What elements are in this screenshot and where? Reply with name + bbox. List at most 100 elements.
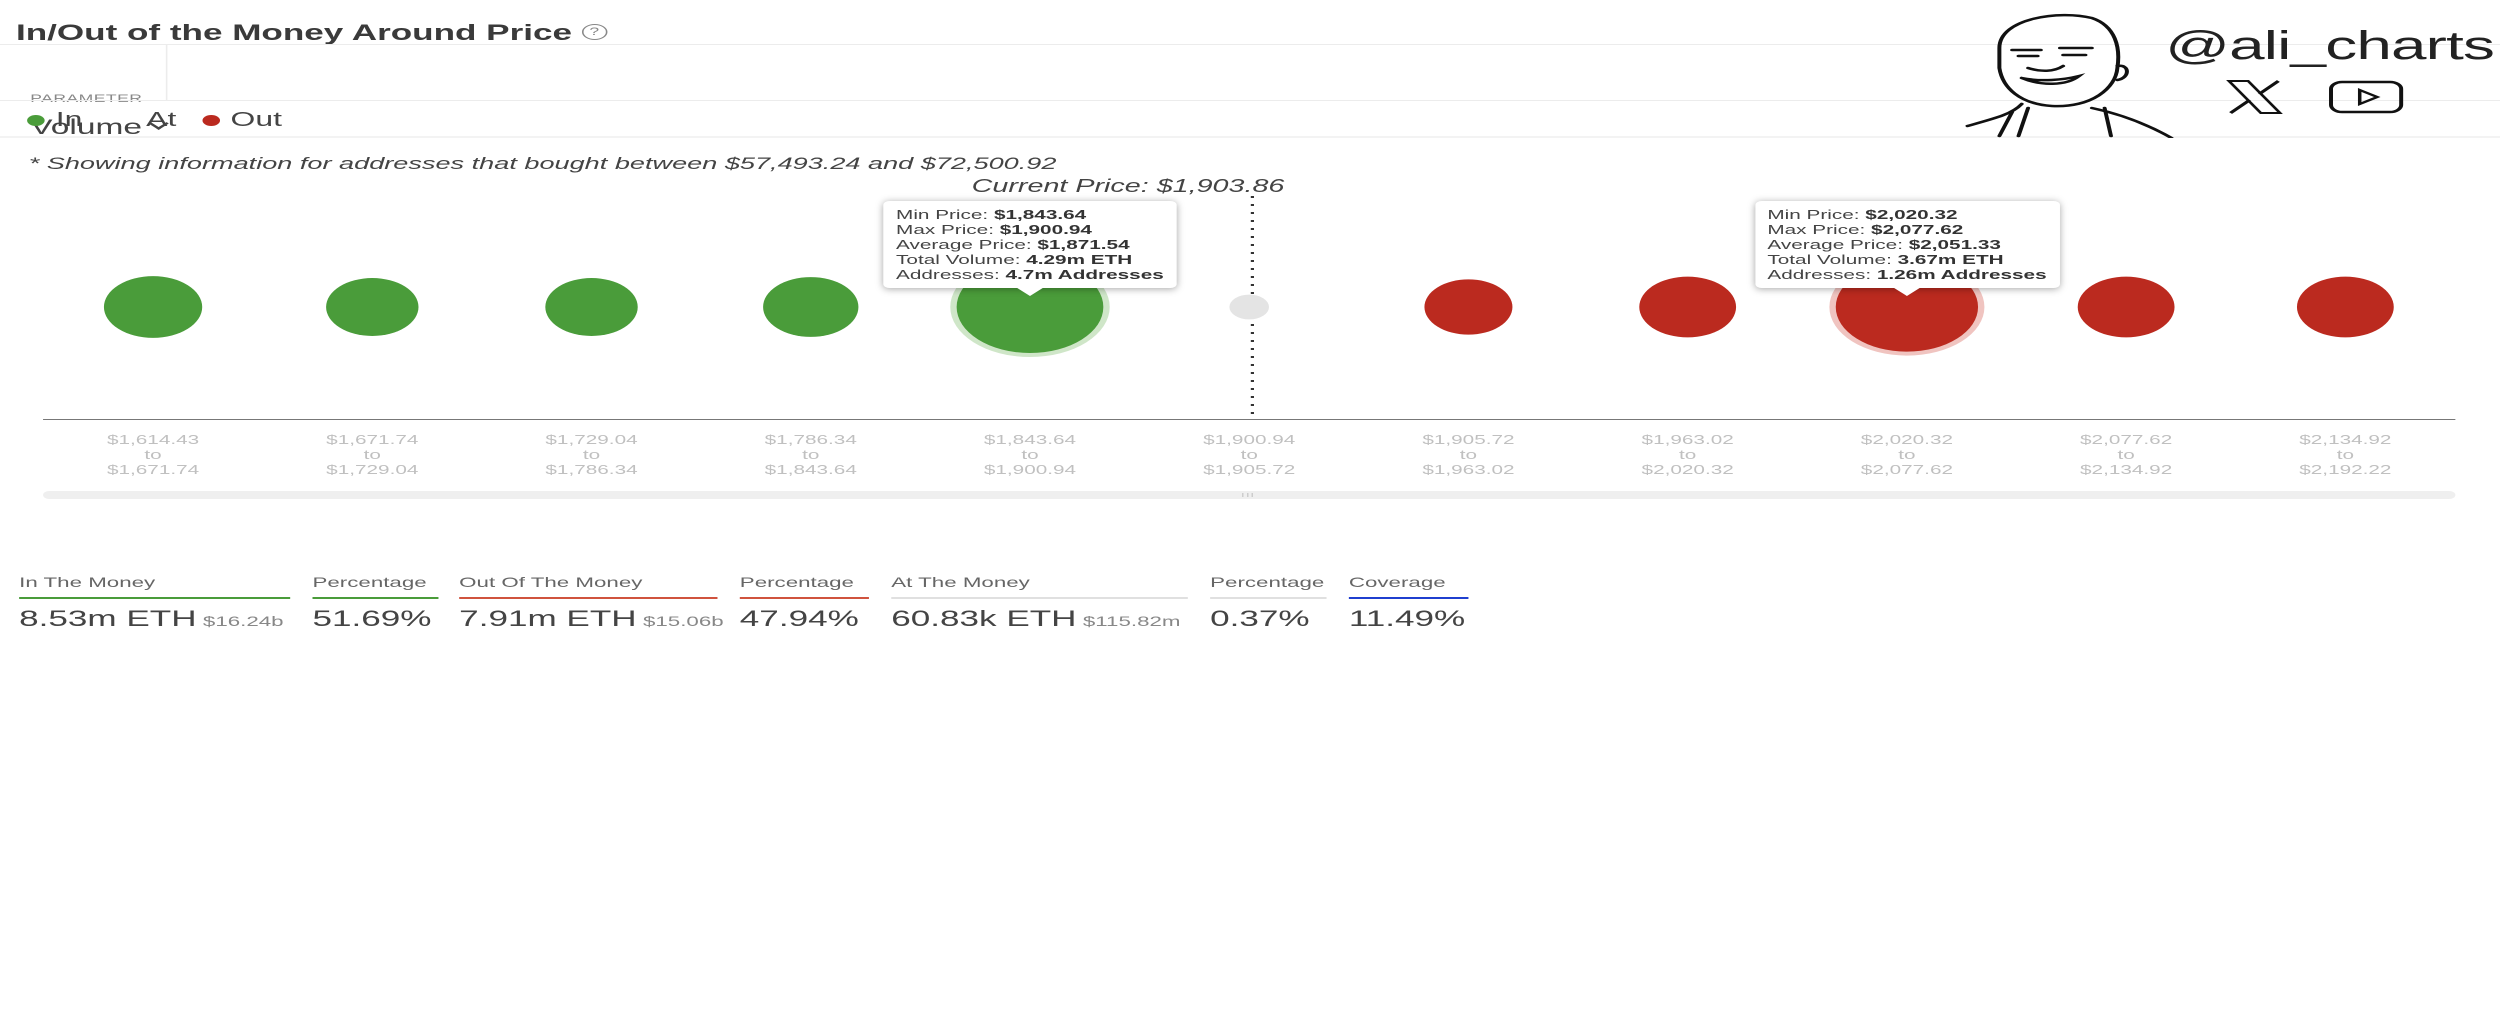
scrollbar-grip-icon[interactable] <box>1242 493 1255 497</box>
summary-underline <box>312 597 439 599</box>
range-word: to <box>2336 447 2355 462</box>
range-to: $1,905.72 <box>1203 462 1296 477</box>
bubble-out[interactable] <box>1424 279 1513 335</box>
range-word: to <box>582 447 601 462</box>
range-word: to <box>2117 447 2135 462</box>
brand-handle: @ali_charts <box>2165 24 2495 68</box>
summary-main-value: 7.91m ETH <box>459 606 637 631</box>
summary-label: Percentage <box>1210 574 1325 590</box>
summary-main-value: 0.37% <box>1210 606 1310 631</box>
summary-underline <box>459 597 718 599</box>
summary-underline <box>1210 597 1327 599</box>
x-logo-icon[interactable] <box>2226 79 2283 115</box>
summary-value: 0.37% <box>1210 606 1309 632</box>
x-tick-label: $2,077.62 to $2,134.92 <box>2030 432 2221 477</box>
summary-value: 51.69% <box>313 606 432 632</box>
range-from: $1,900.94 <box>1203 432 1296 447</box>
bubble-out[interactable] <box>1639 276 1737 338</box>
bubble-in[interactable] <box>763 277 859 337</box>
tooltip-value: $1,900.94 <box>999 222 1092 237</box>
chart-scrollbar[interactable] <box>43 491 2456 499</box>
range-to: $1,963.02 <box>1422 462 1515 477</box>
x-tick-label: $1,614.43 to $1,671.74 <box>57 432 248 477</box>
tooltip-key: Addresses: <box>1767 267 1877 282</box>
summary-label: Out Of The Money <box>459 574 643 590</box>
summary-value: 47.94% <box>740 606 859 632</box>
bubble-in[interactable] <box>545 278 638 336</box>
bubble-out[interactable] <box>2077 276 2175 338</box>
summary-value: 60.83k ETH $115.82m <box>891 606 1180 632</box>
x-tick-label: $1,843.64 to $1,900.94 <box>934 432 1125 477</box>
x-tick-label: $1,963.02 to $2,020.32 <box>1592 432 1783 477</box>
range-from: $1,729.04 <box>545 432 638 447</box>
range-to: $1,843.64 <box>764 462 857 477</box>
x-tick-label: $1,729.04 to $1,786.34 <box>496 432 687 477</box>
tooltip-value: $1,871.54 <box>1037 237 1130 252</box>
tooltip-key: Min Price: <box>896 207 994 222</box>
x-tick-label: $1,786.34 to $1,843.64 <box>715 432 906 477</box>
summary-label: At The Money <box>891 574 1030 590</box>
range-word: to <box>802 447 820 462</box>
summary-label: In The Money <box>19 574 156 590</box>
tooltip-row: Min Price: $2,020.32 <box>1767 207 2046 222</box>
tooltip-key: Average Price: <box>896 237 1038 252</box>
x-tick-label: $1,900.94 to $1,905.72 <box>1154 432 1345 477</box>
x-axis-line <box>43 419 2456 420</box>
range-to: $1,729.04 <box>326 462 419 477</box>
range-to: $2,192.22 <box>2299 462 2392 477</box>
range-from: $1,963.02 <box>1641 432 1734 447</box>
tooltip-value: $2,077.62 <box>1871 222 1964 237</box>
tooltip-value: 4.7m Addresses <box>1005 267 1164 282</box>
range-word: to <box>1240 447 1258 462</box>
summary-main-value: 60.83k ETH <box>891 606 1077 631</box>
summary-underline <box>19 597 291 599</box>
summary-main-value: 11.49% <box>1348 606 1466 631</box>
tooltip-row: Min Price: $1,843.64 <box>896 207 1164 222</box>
summary-value: 8.53m ETH $16.24b <box>19 606 283 632</box>
range-from: $1,905.72 <box>1422 432 1515 447</box>
tooltip-row: Average Price: $2,051.33 <box>1767 237 2046 252</box>
x-tick-label: $2,020.32 to $2,077.62 <box>1811 432 2002 477</box>
range-from: $1,843.64 <box>983 432 1077 447</box>
summary-label: Coverage <box>1348 574 1446 590</box>
youtube-icon[interactable] <box>2328 80 2405 114</box>
range-to: $1,900.94 <box>983 462 1077 477</box>
summary-usd-value: $115.82m <box>1082 613 1181 629</box>
tooltip-key: Max Price: <box>896 222 1000 237</box>
summary-value: 11.49% <box>1349 606 1465 632</box>
summary-underline <box>739 597 869 599</box>
summary-usd-value: $15.06b <box>642 613 724 629</box>
range-to: $1,671.74 <box>106 462 200 477</box>
tooltip-row: Addresses: 4.7m Addresses <box>896 267 1164 282</box>
summary-underline <box>891 597 1188 599</box>
range-from: $1,614.43 <box>106 432 200 447</box>
range-word: to <box>1679 447 1697 462</box>
summary-underline <box>1348 597 1469 599</box>
tooltip-row: Total Volume: 3.67m ETH <box>1767 252 2046 267</box>
range-word: to <box>363 447 381 462</box>
x-tick-label: $1,905.72 to $1,963.02 <box>1373 432 1564 477</box>
summary-usd-value: $16.24b <box>202 613 284 629</box>
tooltip-value: 1.26m Addresses <box>1876 267 2047 282</box>
tooltip-value: $2,051.33 <box>1908 237 2001 252</box>
range-from: $2,134.92 <box>2299 432 2392 447</box>
tooltip-row: Average Price: $1,871.54 <box>896 237 1164 252</box>
bubble-in[interactable] <box>326 278 419 336</box>
range-from: $1,786.34 <box>764 432 857 447</box>
range-from: $1,671.74 <box>326 432 419 447</box>
tooltip-key: Min Price: <box>1767 207 1866 222</box>
bubble-in[interactable] <box>103 276 203 338</box>
tooltip-row: Addresses: 1.26m Addresses <box>1767 267 2046 282</box>
range-word: to <box>144 447 162 462</box>
bubble-tooltip: Min Price: $2,020.32 Max Price: $2,077.62… <box>1754 201 2060 296</box>
tooltip-key: Total Volume: <box>896 252 1027 267</box>
bubble-out[interactable] <box>2296 276 2394 338</box>
bubble-at[interactable] <box>1229 294 1270 320</box>
tooltip-key: Average Price: <box>1767 237 1909 252</box>
range-from: $2,020.32 <box>1860 432 1954 447</box>
range-to: $2,020.32 <box>1641 462 1734 477</box>
tooltip-row: Total Volume: 4.29m ETH <box>896 252 1164 267</box>
chart-panel: In/Out of the Money Around Price? PARAME… <box>0 0 2500 1035</box>
tooltip-value: 4.29m ETH <box>1026 252 1133 267</box>
range-to: $2,134.92 <box>2080 462 2173 477</box>
